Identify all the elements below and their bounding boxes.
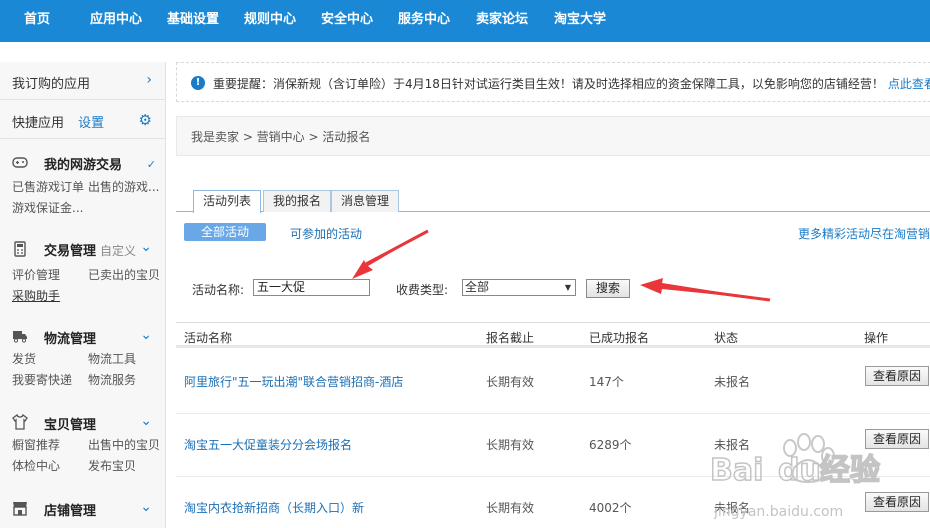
sidebar-link[interactable]: 体检中心 (12, 457, 60, 474)
filter-all-activities[interactable]: 全部活动 (184, 223, 266, 241)
col-registered-count: 已成功报名 (589, 331, 650, 345)
breadcrumb-path[interactable]: 我是卖家 > 营销中心 > 活动报名 (191, 128, 370, 145)
deadline-cell: 长期有效 (486, 438, 535, 452)
sidebar-link[interactable]: 出售中的宝贝 (88, 436, 160, 453)
chevron-down-icon[interactable]: ⌄ (140, 327, 152, 343)
sidebar: 我订购的应用 › 快捷应用 设置 ⚙ 我的网游交易 ✓ 已售游戏订单 出售的游戏… (0, 62, 166, 528)
customize-link[interactable]: 自定义 (100, 244, 136, 258)
table-row: 阿里旅行"五一玩出潮"联合营销招商-酒店 长期有效 147个 未报名 查看原因 (176, 351, 930, 414)
shop-icon (13, 502, 27, 516)
watermark-cn: 经验 (820, 453, 880, 488)
arrow-to-search-button (640, 278, 771, 302)
nav-home[interactable]: 首页 (24, 0, 50, 42)
nav-security-center[interactable]: 安全中心 (321, 0, 373, 42)
group-title[interactable]: 店铺管理 (44, 500, 96, 519)
tab-bar: 活动列表 我的报名 消息管理 (176, 190, 930, 213)
sidebar-link[interactable]: 已卖出的宝贝 (88, 266, 160, 283)
nav-rules-center[interactable]: 规则中心 (244, 0, 296, 42)
col-deadline: 报名截止 (486, 331, 535, 345)
sidebar-link[interactable]: 采购助手 (12, 287, 60, 304)
group-title[interactable]: 物流管理 (44, 328, 96, 347)
sidebar-link[interactable]: 游戏保证金... (12, 199, 83, 216)
sidebar-subscribed-label: 我订购的应用 (12, 77, 91, 92)
nav-seller-forum[interactable]: 卖家论坛 (476, 0, 528, 42)
col-actions: 操作 (864, 331, 889, 345)
count-cell: 4002个 (589, 501, 632, 515)
sidebar-link[interactable]: 橱窗推荐 (12, 436, 60, 453)
activity-name-link[interactable]: 淘宝五一大促童装分分会场报名 (184, 436, 352, 453)
calculator-icon (14, 241, 26, 257)
notice-text: 重要提醒：消保新规（含订单险）于4月18日针对试运行类目生效！请及时选择相应的资… (213, 77, 884, 91)
truck-icon (13, 331, 27, 343)
quick-apps-settings-link[interactable]: 设置 (78, 116, 104, 131)
sidebar-link[interactable]: 物流工具 (88, 350, 136, 367)
watermark-brand-2: du (778, 453, 821, 488)
nav-taobao-university[interactable]: 淘宝大学 (554, 0, 606, 42)
sidebar-link[interactable]: 物流服务 (88, 371, 136, 388)
sidebar-quick-row: 快捷应用 设置 (12, 112, 104, 131)
tab-activity-list[interactable]: 活动列表 (193, 190, 262, 213)
activity-name-link[interactable]: 阿里旅行"五一玩出潮"联合营销招商-酒店 (184, 373, 403, 390)
tab-my-registrations[interactable]: 我的报名 (263, 190, 332, 212)
sidebar-link[interactable]: 已售游戏订单 (12, 178, 84, 195)
count-cell: 147个 (589, 375, 624, 389)
sidebar-quick-apps: 快捷应用 设置 ⚙ (0, 101, 166, 139)
col-activity-name: 活动名称 (184, 331, 233, 345)
filter-joinable-activities[interactable]: 可参加的活动 (290, 225, 362, 242)
important-notice: ! 重要提醒：消保新规（含订单险）于4月18日针对试运行类目生效！请及时选择相应… (176, 62, 930, 102)
group-title-text[interactable]: 交易管理 (44, 244, 96, 259)
fee-type-value: 全部 (465, 280, 490, 294)
sidebar-quick-label: 快捷应用 (12, 116, 65, 131)
sidebar-link[interactable]: 评价管理 (12, 266, 60, 283)
more-activities-link[interactable]: 更多精彩活动尽在淘营销 (798, 225, 930, 242)
info-icon: ! (191, 76, 205, 90)
nav-service-center[interactable]: 服务中心 (398, 0, 450, 42)
nav-basic-settings[interactable]: 基础设置 (167, 0, 219, 42)
view-reason-button[interactable]: 查看原因 (865, 366, 929, 386)
search-button[interactable]: 搜索 (586, 279, 630, 298)
chevron-right-icon: › (146, 72, 152, 88)
fee-type-select[interactable]: 全部 ▼ (462, 279, 576, 296)
shirt-icon (12, 414, 28, 430)
watermark-url: jingyan.baidu.com (713, 504, 843, 520)
chevron-down-icon[interactable]: ⌄ (140, 239, 152, 255)
sidebar-link[interactable]: 发布宝贝 (88, 457, 136, 474)
deadline-cell: 长期有效 (486, 501, 535, 515)
notice-message: 重要提醒：消保新规（含订单险）于4月18日针对试运行类目生效！请及时选择相应的资… (213, 75, 930, 92)
sidebar-link[interactable]: 发货 (12, 350, 36, 367)
sidebar-link[interactable]: 出售的游戏... (88, 178, 159, 195)
count-cell: 6289个 (589, 438, 632, 452)
group-title[interactable]: 我的网游交易 (44, 154, 122, 173)
deadline-cell: 长期有效 (486, 375, 535, 389)
baidu-jingyan-watermark: Bai du 经验 jingyan.baidu.com (709, 433, 881, 520)
tab-message-management[interactable]: 消息管理 (331, 190, 400, 212)
status-cell: 未报名 (714, 375, 751, 389)
chevron-down-icon[interactable]: ⌄ (140, 413, 152, 429)
fee-type-label: 收费类型: (396, 283, 449, 297)
dropdown-arrow-icon: ▼ (564, 283, 571, 292)
sidebar-subscribed-apps[interactable]: 我订购的应用 › (0, 62, 166, 100)
watermark-brand: Bai (710, 453, 763, 488)
arrow-to-name-input (352, 229, 429, 279)
table-header: 活动名称 报名截止 已成功报名 状态 操作 (176, 322, 930, 348)
col-status: 状态 (714, 331, 739, 345)
chevron-down-icon[interactable]: ✓ (147, 158, 156, 171)
notice-view-link[interactable]: 点此查看 (888, 77, 930, 91)
top-navigation-bar: 首页 应用中心 基础设置 规则中心 安全中心 服务中心 卖家论坛 淘宝大学 (0, 0, 930, 42)
breadcrumb: 我是卖家 > 营销中心 > 活动报名 (176, 116, 930, 156)
group-title: 交易管理 自定义 (44, 240, 136, 259)
activity-name-input[interactable]: 五一大促 (253, 279, 370, 296)
activity-name-link[interactable]: 淘宝内衣抢新招商（长期入口）新 (184, 499, 364, 516)
gear-icon[interactable]: ⚙ (139, 111, 152, 129)
sidebar-link[interactable]: 我要寄快递 (12, 371, 72, 388)
activity-name-label: 活动名称: (192, 283, 245, 297)
nav-app-center[interactable]: 应用中心 (90, 0, 142, 42)
chevron-down-icon[interactable]: ⌄ (140, 499, 152, 515)
group-title[interactable]: 宝贝管理 (44, 414, 96, 433)
gamepad-icon (12, 157, 28, 168)
